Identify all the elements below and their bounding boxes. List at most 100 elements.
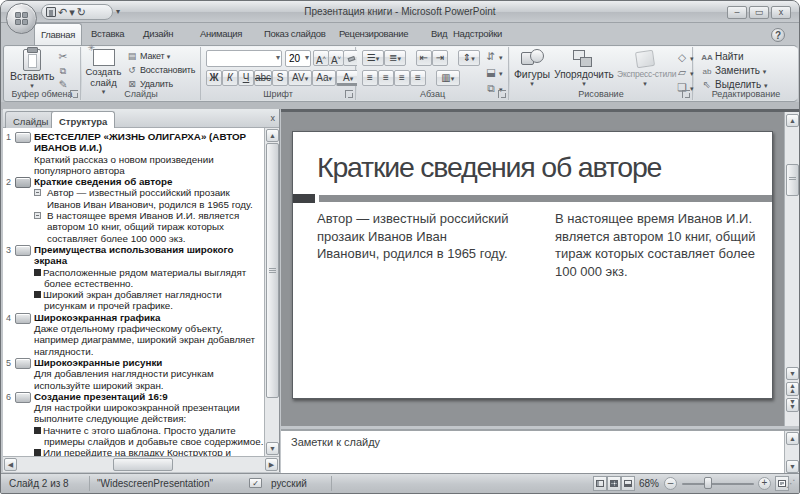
outline-body-text[interactable]: Или перейдите на вкладку Конструктор и [34,447,264,456]
outline-vscrollbar[interactable]: ▲ ▼ [264,128,279,456]
spellcheck-icon[interactable]: ✓ [249,478,262,488]
replace-button[interactable]: abЗаменить ▾ [701,65,766,76]
increase-indent-button[interactable]: ⇥ [432,50,448,66]
justify-button[interactable]: ≡ [410,70,426,86]
prev-slide-button[interactable]: ▲▲ [786,382,799,396]
slide-sorter-button[interactable] [607,476,621,491]
outline-item-4[interactable]: 4Широкоэкранная графикаДаже отдельному г… [3,312,264,357]
cut-button[interactable]: ✂ [57,50,71,62]
slide-thumbnail-icon[interactable] [15,245,31,256]
outline-scroll-up-icon[interactable]: ▲ [266,129,279,142]
outline-body-text[interactable]: Широкий экран добавляет наглядности рису… [34,289,264,312]
font-dialog-launcher[interactable] [345,90,353,98]
slide-thumbnail-icon[interactable] [15,358,31,369]
outline-item-3[interactable]: 3Преимущества использования широкого экр… [3,244,264,312]
font-name-combo[interactable] [206,50,282,67]
slide-scroll-down-icon[interactable]: ▼ [786,367,799,380]
slide-vscrollbar[interactable]: ▲ ▼ ▲▲ ▼▼ [784,112,799,426]
align-center-button[interactable]: ≡ [378,70,394,86]
office-button[interactable] [6,3,37,34]
status-zoom-level[interactable]: 68% [639,477,659,491]
outline-slide-title[interactable]: Широкоэкранная графика [34,312,264,323]
notes-placeholder[interactable]: Заметки к слайду [291,436,380,448]
outline-body-text[interactable]: Даже отдельному графическому объекту, на… [34,323,264,357]
outline-slide-title[interactable]: Широкоэкранные рисунки [34,357,264,368]
outline-hscrollbar[interactable]: ◀ ▶ [3,456,279,472]
slide-scroll-thumb[interactable] [786,164,799,196]
slide-thumbnail-icon[interactable] [15,177,31,188]
delete-button[interactable]: ⊠Удалить [126,79,173,89]
notes-scrollbar[interactable]: ▲ ▼ [784,431,799,474]
outline-hscroll-thumb[interactable] [113,458,173,471]
ribbon-tab-1[interactable]: Вставка [85,23,130,45]
arrange-button[interactable]: Упорядочить▾ [552,49,616,88]
paste-button[interactable]: Вставить▾ [10,49,54,90]
normal-view-button[interactable] [593,476,607,491]
align-left-button[interactable]: ≡ [362,70,378,86]
slide-canvas[interactable]: Краткие сведения об авторе Автор — извес… [292,131,773,399]
shapes-button[interactable]: Фигуры▾ [512,49,552,88]
slide-scroll-up-icon[interactable]: ▲ [786,114,799,127]
slide-text-right[interactable]: В настоящее время Иванов И.И. является а… [555,210,770,280]
outline-body-text[interactable]: Расположенные рядом материалы выглядят б… [34,267,264,290]
next-slide-button[interactable]: ▼▼ [786,398,799,412]
numbering-button[interactable]: ≣▾ [384,50,406,66]
ribbon-tab-2[interactable]: Дизайн [137,23,179,45]
shape-outline-button[interactable]: ▱▾ [676,66,694,78]
zoom-slider-track[interactable] [682,483,754,485]
outline-body-text[interactable]: Автор — известный российский прозаик Ива… [34,187,264,210]
line-spacing-button[interactable]: ⇕▾ [458,50,480,66]
outline-item-1[interactable]: 1БЕСТСЕЛЛЕР «ЖИЗНЬ ОЛИГАРХА» (АВТОР ИВАН… [3,131,264,176]
ribbon-tab-4[interactable]: Показ слайдов [258,23,332,45]
outline-slide-title[interactable]: БЕСТСЕЛЛЕР «ЖИЗНЬ ОЛИГАРХА» (АВТОР ИВАНО… [34,131,264,154]
shrink-font-button[interactable]: А˅ [328,50,344,66]
drawing-dialog-launcher[interactable] [682,90,690,98]
notes-pane[interactable]: Заметки к слайду ▲ ▼ [281,429,799,474]
outline-scroll-left-icon[interactable]: ◀ [4,458,17,471]
outline-body-text[interactable]: Краткий рассказ о новом произведении поп… [34,154,264,177]
outline-item-5[interactable]: 5Широкоэкранные рисункиДля добавления на… [3,357,264,391]
slide-text-left[interactable]: Автор — известный российский прозаик Ива… [317,210,510,263]
minimize-button[interactable]: – [727,6,747,19]
outline-slide-title[interactable]: Создание презентаций 16:9 [34,391,264,402]
bullets-button[interactable]: ☰▾ [362,50,384,66]
font-size-combo[interactable]: 20 [285,50,311,67]
outline-slide-title[interactable]: Краткие сведения об авторе [34,176,264,187]
slideshow-button[interactable] [621,476,635,491]
underline-button[interactable]: Ч [238,70,254,86]
close-button[interactable]: x [771,6,791,19]
notes-scroll-down-icon[interactable]: ▼ [786,460,799,473]
outline-body-text[interactable]: В настоящее время Иванов И.И. является а… [34,210,264,244]
panel-close-icon[interactable]: x [271,113,276,123]
italic-button[interactable]: К [222,70,238,86]
slide-thumbnail-icon[interactable] [15,392,31,403]
char-spacing-button[interactable]: AV▾ [288,70,312,86]
tab-outline[interactable]: Структура [51,111,115,128]
ribbon-tab-0[interactable]: Главная [34,23,82,45]
notes-scroll-up-icon[interactable]: ▲ [786,432,799,445]
shadow-button[interactable]: S [272,70,288,86]
outline-slide-title[interactable]: Преимущества использования широкого экра… [34,244,264,267]
slide-thumbnail-icon[interactable] [15,132,31,143]
strikethrough-button[interactable]: abc [254,70,272,86]
ribbon-tab-5[interactable]: Рецензирование [333,23,414,45]
reset-button[interactable]: ↺Восстановить [126,65,195,75]
paragraph-dialog-launcher[interactable] [498,90,506,98]
resize-grip[interactable]: ⋰ [786,477,796,491]
outline-scroll-thumb[interactable] [266,143,279,398]
outline-body-text[interactable]: Для настройки широкоэкранной презентации… [34,402,264,425]
quick-styles-button[interactable]: Экспресс-стили▾ [617,49,673,88]
align-text-button[interactable]: ⬓▾ [485,66,503,78]
outline-scroll-right-icon[interactable]: ▶ [265,458,278,471]
outline-body-text[interactable]: Для добавления наглядности рисункам испо… [34,368,264,391]
outline-item-2[interactable]: 2Краткие сведения об автореАвтор — извес… [3,176,264,244]
decrease-indent-button[interactable]: ⇤ [416,50,432,66]
shape-fill-button[interactable]: ◇▾ [676,51,694,63]
align-right-button[interactable]: ≡ [394,70,410,86]
copy-button[interactable]: ⧉ [57,64,71,77]
layout-button[interactable]: ▤Макет ▾ [126,51,170,61]
slide-title[interactable]: Краткие сведения об авторе [317,151,661,184]
outline-content[interactable]: 1БЕСТСЕЛЛЕР «ЖИЗНЬ ОЛИГАРХА» (АВТОР ИВАН… [3,128,264,456]
find-button[interactable]: ААНайти [701,51,744,62]
outline-body-text[interactable]: Начните с этого шаблона. Просто удалите … [34,425,264,448]
